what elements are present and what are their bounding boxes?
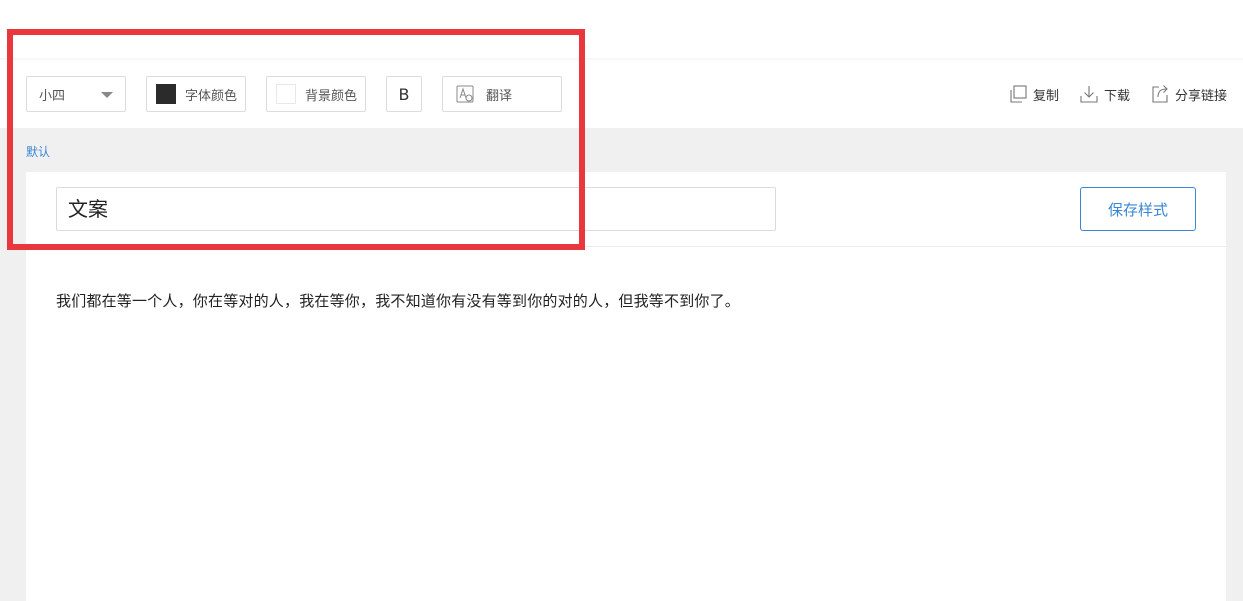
- download-label: 下载: [1103, 88, 1130, 104]
- share-icon: [1152, 85, 1168, 103]
- translate-label: 翻译: [486, 88, 513, 104]
- style-default-link[interactable]: 默认: [26, 143, 50, 160]
- background-color-swatch: [276, 84, 296, 104]
- copy-button[interactable]: 复制: [1008, 84, 1059, 104]
- download-icon: [1080, 86, 1098, 103]
- editor-card: 文案 保存样式 我们都在等一个人，你在等对的人，我在等你，我不知道你有没有等到你…: [26, 172, 1226, 601]
- save-style-button[interactable]: 保存样式: [1080, 187, 1196, 231]
- background-color-button[interactable]: 背景颜色: [266, 76, 366, 112]
- top-header-bar: [0, 0, 1243, 60]
- background-color-label: 背景颜色: [305, 88, 358, 104]
- translate-button[interactable]: 翻译: [442, 76, 562, 112]
- copy-label: 复制: [1032, 88, 1059, 104]
- font-color-button[interactable]: 字体颜色: [146, 76, 246, 112]
- font-size-select[interactable]: 小四: [26, 76, 126, 112]
- share-link-button[interactable]: 分享链接: [1150, 84, 1227, 104]
- font-color-swatch: [156, 84, 176, 104]
- bold-button[interactable]: B: [386, 76, 422, 112]
- format-toolbar: 小四 字体颜色 背景颜色 B 翻译 复制 下载 分享链接: [0, 62, 1243, 128]
- content-text[interactable]: 我们都在等一个人，你在等对的人，我在等你，我不知道你有没有等到你的对的人，但我等…: [56, 290, 740, 311]
- font-color-label: 字体颜色: [185, 88, 238, 104]
- bold-label: B: [398, 84, 410, 104]
- share-link-label: 分享链接: [1174, 88, 1227, 104]
- toolbar-actions: 复制 下载 分享链接: [988, 82, 1227, 106]
- font-size-value: 小四: [39, 88, 66, 104]
- editor-header: 文案 保存样式: [26, 172, 1226, 247]
- title-input[interactable]: 文案: [56, 187, 776, 231]
- chevron-down-icon: [101, 92, 113, 98]
- translate-icon: [456, 85, 474, 103]
- copy-icon: [1010, 85, 1027, 103]
- download-button[interactable]: 下载: [1079, 84, 1130, 104]
